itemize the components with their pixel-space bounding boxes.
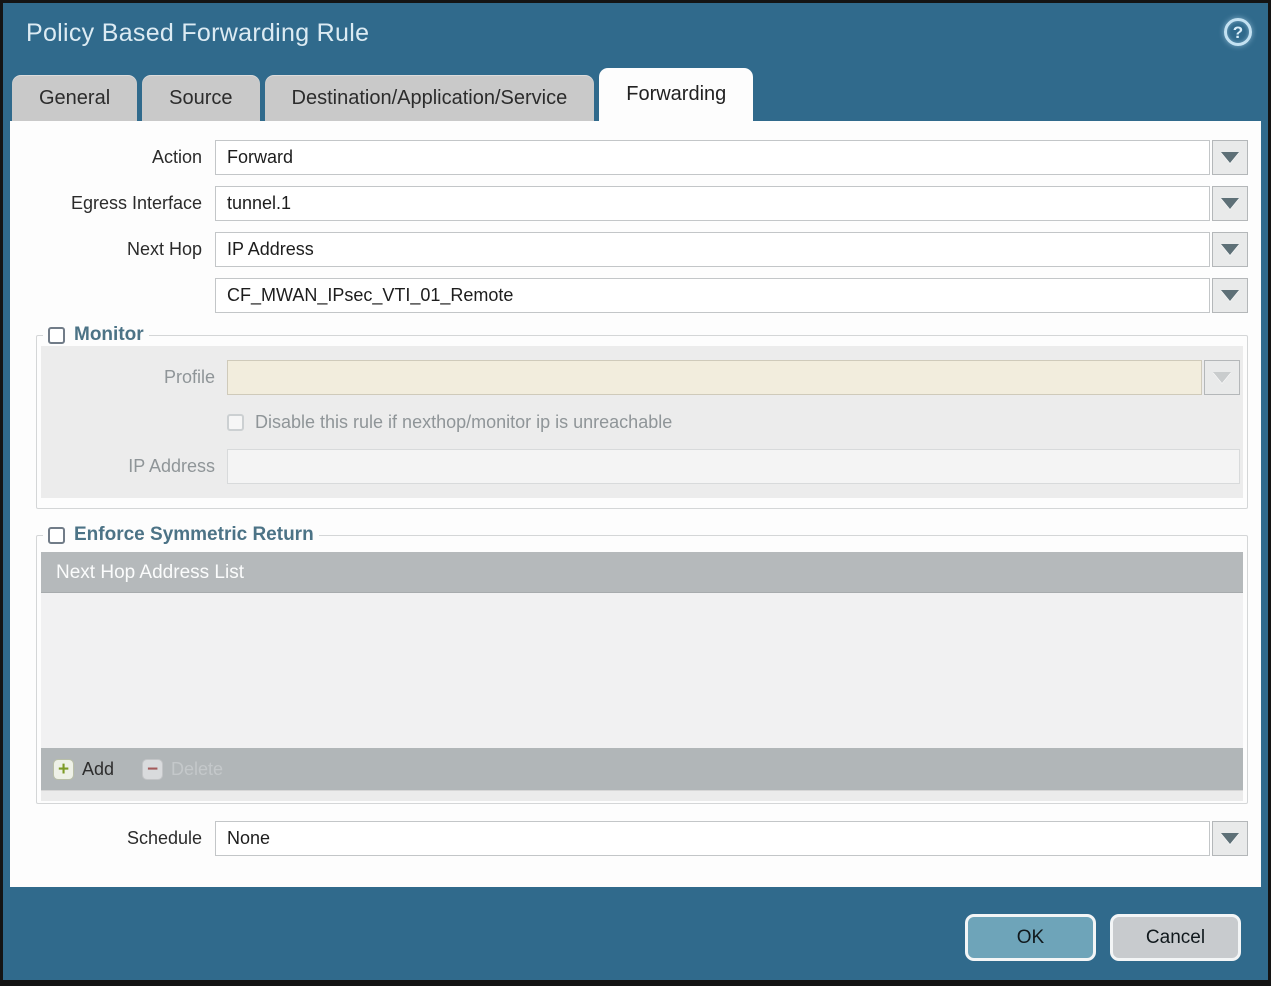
- tab-source[interactable]: Source: [142, 75, 260, 121]
- schedule-select[interactable]: None: [215, 821, 1210, 856]
- schedule-row: Schedule None: [10, 821, 1248, 856]
- schedule-dropdown-button[interactable]: [1212, 821, 1248, 856]
- enforce-symmetric-return-checkbox[interactable]: [48, 526, 65, 544]
- plus-icon: +: [53, 758, 74, 780]
- egress-interface-select[interactable]: tunnel.1: [215, 186, 1210, 221]
- next-hop-address-dropdown-button[interactable]: [1212, 278, 1248, 313]
- cancel-button[interactable]: Cancel: [1110, 914, 1241, 961]
- chevron-down-icon: [1221, 833, 1239, 844]
- chevron-down-icon: [1213, 372, 1231, 383]
- monitor-legend-label: Monitor: [74, 324, 144, 345]
- add-button[interactable]: + Add: [53, 758, 115, 780]
- dialog-footer: OK Cancel: [3, 887, 1268, 961]
- tab-forwarding[interactable]: Forwarding: [599, 68, 754, 121]
- delete-button-label: Delete: [171, 758, 224, 779]
- egress-interface-row: Egress Interface tunnel.1: [10, 186, 1248, 221]
- schedule-label: Schedule: [126, 828, 202, 848]
- next-hop-address-select[interactable]: CF_MWAN_IPsec_VTI_01_Remote: [215, 278, 1210, 313]
- profile-label: Profile: [163, 367, 215, 387]
- tab-general[interactable]: General: [12, 75, 138, 121]
- monitor-fieldset: Monitor Profile Disable this rule if nex…: [36, 324, 1248, 509]
- title-bar: Policy Based Forwarding Rule ?: [3, 3, 1268, 68]
- tab-bar: General Source Destination/Application/S…: [3, 68, 1268, 121]
- minus-icon: −: [142, 758, 164, 780]
- next-hop-address-row: CF_MWAN_IPsec_VTI_01_Remote: [10, 278, 1248, 313]
- monitor-ip-address-label: IP Address: [128, 456, 215, 476]
- next-hop-label: Next Hop: [126, 239, 202, 259]
- horizontal-scrollbar-track[interactable]: [41, 790, 1243, 801]
- next-hop-type-select[interactable]: IP Address: [215, 232, 1210, 267]
- action-select[interactable]: Forward: [215, 140, 1210, 175]
- profile-select: [227, 360, 1202, 395]
- delete-button: − Delete: [142, 758, 224, 780]
- monitor-ip-address-input: [227, 449, 1240, 484]
- enforce-symmetric-return-legend-label: Enforce Symmetric Return: [74, 524, 314, 545]
- chevron-down-icon: [1221, 244, 1239, 255]
- help-icon[interactable]: ?: [1224, 18, 1252, 46]
- add-button-label: Add: [82, 758, 115, 779]
- next-hop-address-list-table: Next Hop Address List + Add − Delete: [41, 552, 1243, 801]
- egress-interface-dropdown-button[interactable]: [1212, 186, 1248, 221]
- next-hop-dropdown-button[interactable]: [1212, 232, 1248, 267]
- next-hop-address-list-header: Next Hop Address List: [41, 552, 1243, 593]
- chevron-down-icon: [1221, 198, 1239, 209]
- profile-row: Profile: [41, 360, 1240, 395]
- monitor-ip-address-row: IP Address: [41, 449, 1240, 484]
- monitor-legend: Monitor: [43, 324, 149, 346]
- next-hop-address-label: [10, 278, 215, 313]
- next-hop-address-list-body[interactable]: [41, 593, 1243, 748]
- monitor-panel: Profile Disable this rule if nexthop/mon…: [41, 346, 1243, 498]
- tab-content-forwarding: Action Forward Egress Interface tunnel.1…: [10, 121, 1261, 887]
- enforce-symmetric-return-legend: Enforce Symmetric Return: [43, 524, 319, 546]
- enforce-symmetric-return-fieldset: Enforce Symmetric Return Next Hop Addres…: [36, 524, 1248, 804]
- action-label: Action: [151, 147, 202, 167]
- tab-destination-application-service[interactable]: Destination/Application/Service: [264, 75, 595, 121]
- monitor-checkbox[interactable]: [48, 326, 65, 344]
- egress-interface-label: Egress Interface: [70, 193, 202, 213]
- next-hop-address-list-toolbar: + Add − Delete: [41, 748, 1243, 790]
- next-hop-row: Next Hop IP Address: [10, 232, 1248, 267]
- action-row: Action Forward: [10, 140, 1248, 175]
- chevron-down-icon: [1221, 290, 1239, 301]
- profile-dropdown-button: [1204, 360, 1240, 395]
- disable-rule-label: Disable this rule if nexthop/monitor ip …: [255, 411, 673, 432]
- dialog-title: Policy Based Forwarding Rule: [26, 19, 370, 47]
- disable-rule-checkbox: [227, 413, 244, 431]
- action-dropdown-button[interactable]: [1212, 140, 1248, 175]
- disable-rule-row: Disable this rule if nexthop/monitor ip …: [227, 407, 1243, 437]
- pbf-rule-dialog: Policy Based Forwarding Rule ? General S…: [0, 0, 1271, 986]
- ok-button[interactable]: OK: [965, 914, 1096, 961]
- chevron-down-icon: [1221, 152, 1239, 163]
